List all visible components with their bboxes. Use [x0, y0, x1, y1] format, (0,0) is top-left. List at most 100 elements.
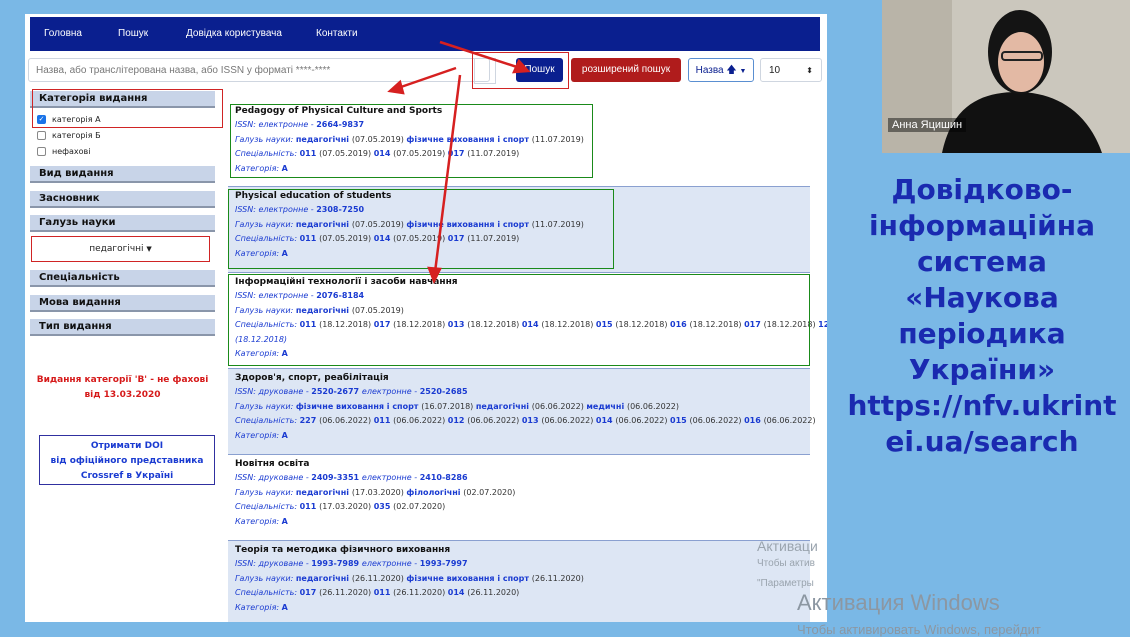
issn-label: ISSN:	[235, 559, 259, 568]
specialty-code: 035	[373, 502, 394, 511]
result-field: Галузь науки: педагогічні (26.11.2020) ф…	[235, 572, 810, 587]
page-size-select[interactable]: 10 ⬍	[760, 58, 822, 82]
page-size-value: 10	[769, 65, 781, 76]
sort-button[interactable]: Назва 🡅 ▼	[688, 58, 754, 82]
category-label: Категорія:	[235, 430, 282, 440]
checkbox-cat-none[interactable]: нефахові	[37, 146, 90, 157]
specialty-label: Спеціальність:	[235, 502, 300, 511]
issn-print-value: 2409-3351	[311, 473, 362, 482]
highlight-result-3	[228, 274, 810, 366]
advanced-search-button[interactable]: розширений пошук	[571, 58, 681, 82]
field-value: медичні	[586, 401, 627, 411]
issn-electronic-label: електронне -	[361, 559, 420, 568]
field-date: (06.06.2022)	[626, 401, 680, 411]
result-field: Галузь науки: фізичне виховання і спорт …	[235, 400, 810, 415]
specialty-date: (06.06.2022)	[689, 416, 745, 425]
category-note: Видання категорії 'В' - не фахові від 13.…	[30, 373, 215, 403]
filter-specialty[interactable]: Спеціальність	[30, 270, 215, 287]
specialty-date: (06.06.2022)	[467, 416, 522, 425]
issn-label: ISSN:	[235, 473, 259, 482]
watermark-small: "Параметры	[757, 578, 814, 589]
filter-field[interactable]: Галузь науки	[30, 215, 215, 232]
filter-pubtype[interactable]: Тип видання	[30, 319, 215, 336]
specialty-code: 011	[299, 502, 320, 511]
category-value: А	[281, 430, 288, 440]
checkbox-icon[interactable]	[37, 131, 46, 140]
category-value: А	[281, 516, 288, 526]
specialty-code: 126	[818, 320, 827, 329]
specialty-code: 011	[373, 416, 394, 425]
highlight-search-button	[472, 52, 569, 89]
filter-type[interactable]: Вид видання	[30, 166, 215, 183]
issn-electronic-value: 2520-2685	[419, 387, 468, 396]
result-specialty: Спеціальність: 011 (17.03.2020) 035 (02.…	[235, 500, 810, 515]
field-label: Галузь науки:	[235, 401, 296, 411]
filter-language[interactable]: Мова видання	[30, 295, 215, 312]
result-title[interactable]: Теорія та методика фізичного виховання	[235, 543, 810, 557]
field-value: філологічні	[406, 487, 464, 497]
specialty-code: 017	[299, 588, 320, 597]
search-input[interactable]: Назва, або транслітерована назва, або IS…	[28, 58, 490, 82]
top-navigation: Головна Пошук Довідка користувача Контак…	[30, 17, 820, 51]
result-title[interactable]: Здоров'я, спорт, реабілітація	[235, 371, 810, 385]
specialty-code: 015	[670, 416, 690, 425]
checkbox-cat-b[interactable]: категорія Б	[37, 130, 101, 141]
specialty-date: (26.11.2020)	[467, 588, 520, 597]
webcam-name: Анна Яцишин	[888, 118, 967, 132]
watermark-small: Чтобы актив	[757, 558, 815, 569]
result-issn: ISSN: друковане - 2520-2677 електронне -…	[235, 385, 810, 400]
sort-label: Назва	[695, 65, 724, 76]
watermark-activation: Активация Windows	[797, 590, 1000, 615]
specialty-code: 012	[447, 416, 468, 425]
category-value: А	[281, 602, 288, 612]
checkbox-icon[interactable]	[37, 147, 46, 156]
slide-line: «Наукова	[905, 281, 1059, 314]
category-note-line2: від 13.03.2020	[84, 390, 161, 400]
nav-search[interactable]: Пошук	[118, 28, 148, 39]
slide-line: періодика	[898, 317, 1066, 350]
result-issn: ISSN: друковане - 2409-3351 електронне -…	[235, 471, 810, 486]
watermark-activation-sub: Чтобы активировать Windows, перейдит	[797, 622, 1041, 637]
highlight-result-2	[228, 189, 614, 269]
nav-help[interactable]: Довідка користувача	[186, 28, 282, 39]
highlight-category	[32, 89, 223, 128]
issn-electronic-value: 1993-7997	[419, 559, 468, 568]
result-specialty: Спеціальність: 227 (06.06.2022) 011 (06.…	[235, 414, 816, 429]
field-date: (26.11.2020)	[351, 573, 407, 583]
slide-line: Довідково-	[891, 173, 1073, 206]
slide-line: інформаційна	[869, 209, 1095, 242]
specialty-date: (06.06.2022)	[763, 416, 816, 425]
specialty-label: Спеціальність:	[235, 588, 300, 597]
nav-home[interactable]: Головна	[44, 28, 82, 39]
nav-contacts[interactable]: Контакти	[316, 28, 358, 39]
cat-none-label: нефахові	[52, 147, 91, 156]
doi-link-box[interactable]: Отримати DOI від офіційного представника…	[39, 435, 215, 485]
result-category: Категорія: А	[235, 429, 810, 444]
field-value: педагогічні	[475, 401, 532, 411]
issn-label: ISSN:	[235, 387, 259, 396]
specialty-label: Спеціальність:	[235, 416, 300, 425]
specialty-code: 016	[744, 416, 764, 425]
watermark-small: Активаци	[757, 538, 818, 554]
specialty-date: (17.03.2020)	[319, 502, 374, 511]
issn-electronic-label: електронне -	[361, 387, 420, 396]
field-value: фізичне виховання і спорт	[406, 573, 532, 583]
issn-print-label: друковане -	[258, 473, 312, 482]
doi-line2: від офіційного представника	[50, 456, 204, 466]
slide-text: Довідково- інформаційна система «Наукова…	[836, 172, 1128, 460]
field-value: педагогічні	[295, 487, 352, 497]
doi-line1: Отримати DOI	[90, 441, 164, 451]
result-title[interactable]: Новітня освіта	[235, 457, 810, 471]
specialty-code: 013	[521, 416, 542, 425]
field-value: педагогічні	[295, 573, 352, 583]
highlight-field	[31, 236, 210, 262]
chevron-down-icon: ▼	[739, 68, 747, 75]
issn-print-label: друковане -	[258, 559, 312, 568]
specialty-code: 014	[595, 416, 616, 425]
doi-line3: Crossref в Україні	[80, 471, 174, 481]
issn-electronic-label: електронне -	[361, 473, 420, 482]
filter-founder[interactable]: Засновник	[30, 191, 215, 208]
result-specialty: Спеціальність: 017 (26.11.2020) 011 (26.…	[235, 586, 810, 601]
issn-electronic-value: 2410-8286	[419, 473, 468, 482]
field-label: Галузь науки:	[235, 487, 296, 497]
